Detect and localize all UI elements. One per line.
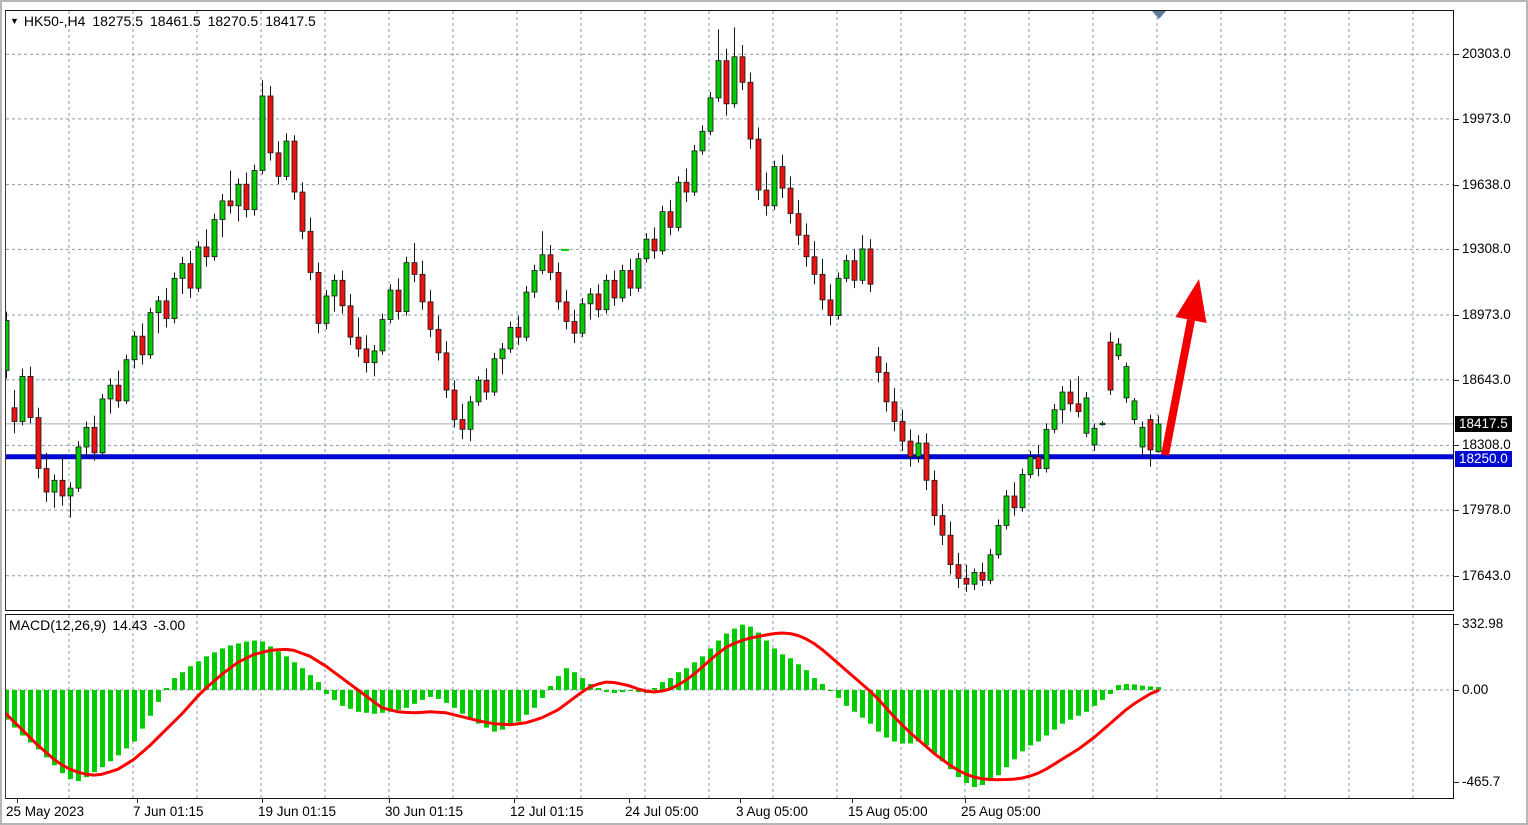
macd-signal-line <box>6 633 1158 780</box>
price-axis-label: 19638.0 <box>1462 177 1511 193</box>
time-axis-tick <box>137 799 138 803</box>
macd-axis-label-tick <box>1454 690 1459 691</box>
price-axis-label: 20303.0 <box>1462 46 1511 62</box>
bar-high-value: 18461.5 <box>150 13 201 29</box>
price-axis-label: 17978.0 <box>1462 502 1511 518</box>
time-axis-label: 15 Aug 05:00 <box>848 804 928 819</box>
bar-low-value: 18270.5 <box>208 13 259 29</box>
current-price-label: 18417.5 <box>1455 416 1512 432</box>
time-axis-label: 7 Jun 01:15 <box>133 804 204 819</box>
macd-axis-label: 0.00 <box>1462 682 1488 698</box>
price-axis[interactable]: 20303.0 19973.0 19638.0 19308.0 18973.0 18643… <box>1454 10 1528 799</box>
macd-axis-label-tick <box>1454 782 1459 783</box>
time-axis-tick <box>262 799 263 803</box>
price-axis-label-tick <box>1454 445 1459 446</box>
dash-marker <box>561 249 569 251</box>
macd-indicator-label: MACD(12,26,9) 14.43 -3.00 <box>9 617 185 633</box>
price-axis-label-tick <box>1454 249 1459 250</box>
time-axis-label: 25 Aug 05:00 <box>961 804 1041 819</box>
macd-panel[interactable] <box>5 614 1454 799</box>
time-axis-tick <box>965 799 966 803</box>
price-axis-label-tick <box>1454 576 1459 577</box>
time-axis-label: 25 May 2023 <box>6 804 84 819</box>
price-axis-label: 18643.0 <box>1462 372 1511 388</box>
bar-open-value: 18275.5 <box>92 13 143 29</box>
macd-name: MACD(12,26,9) <box>9 617 106 633</box>
bar-close-value: 18417.5 <box>265 13 316 29</box>
time-axis-label: 12 Jul 01:15 <box>510 804 584 819</box>
candles <box>6 27 1161 592</box>
time-axis-tick <box>740 799 741 803</box>
macd-signal-value: -3.00 <box>153 617 185 633</box>
support-line-price-label: 18250.0 <box>1455 451 1512 467</box>
price-axis-label-tick <box>1454 119 1459 120</box>
macd-axis-label: 332.98 <box>1462 616 1503 632</box>
price-axis-label: 19973.0 <box>1462 111 1511 127</box>
price-axis-label-tick <box>1454 380 1459 381</box>
price-axis-label: 19308.0 <box>1462 241 1511 257</box>
time-axis-tick <box>852 799 853 803</box>
price-axis-label: 17643.0 <box>1462 568 1511 584</box>
price-chart-panel[interactable] <box>5 10 1454 611</box>
price-axis-label-tick <box>1454 510 1459 511</box>
time-axis[interactable]: 25 May 2023 7 Jun 01:15 19 Jun 01:15 30 Jun… <box>2 799 1526 823</box>
macd-axis-label-tick <box>1454 624 1459 625</box>
price-axis-label-tick <box>1454 315 1459 316</box>
price-axis-label-tick <box>1454 185 1459 186</box>
time-axis-label: 24 Jul 05:00 <box>625 804 699 819</box>
macd-histogram <box>6 625 1161 787</box>
macd-value: 14.43 <box>112 617 147 633</box>
time-axis-tick <box>389 799 390 803</box>
time-axis-label: 30 Jun 01:15 <box>385 804 463 819</box>
trend-arrow-annotation[interactable] <box>1165 279 1207 455</box>
symbol-dropdown-triangle-icon[interactable]: ▼ <box>10 16 19 26</box>
symbol-period-label: HK50-,H4 <box>24 13 85 29</box>
macd-chart-canvas <box>6 615 1453 798</box>
price-axis-label: 18973.0 <box>1462 307 1511 323</box>
price-axis-label-tick <box>1454 54 1459 55</box>
mt4-chart-window: ▼ HK50-,H4 18275.5 18461.5 18270.5 18417.5 MA… <box>0 0 1528 825</box>
scroll-position-marker-icon[interactable] <box>1152 11 1166 19</box>
chart-ohlc-header: ▼ HK50-,H4 18275.5 18461.5 18270.5 18417.5 <box>10 13 316 29</box>
time-axis-tick <box>17 799 18 803</box>
time-axis-label: 19 Jun 01:15 <box>258 804 336 819</box>
candlestick-chart-canvas <box>6 11 1453 610</box>
macd-axis-label: -465.7 <box>1462 774 1500 790</box>
macd-gridlines <box>6 615 1453 798</box>
time-axis-tick <box>514 799 515 803</box>
price-gridlines <box>6 11 1453 610</box>
time-axis-tick <box>629 799 630 803</box>
time-axis-label: 3 Aug 05:00 <box>736 804 808 819</box>
